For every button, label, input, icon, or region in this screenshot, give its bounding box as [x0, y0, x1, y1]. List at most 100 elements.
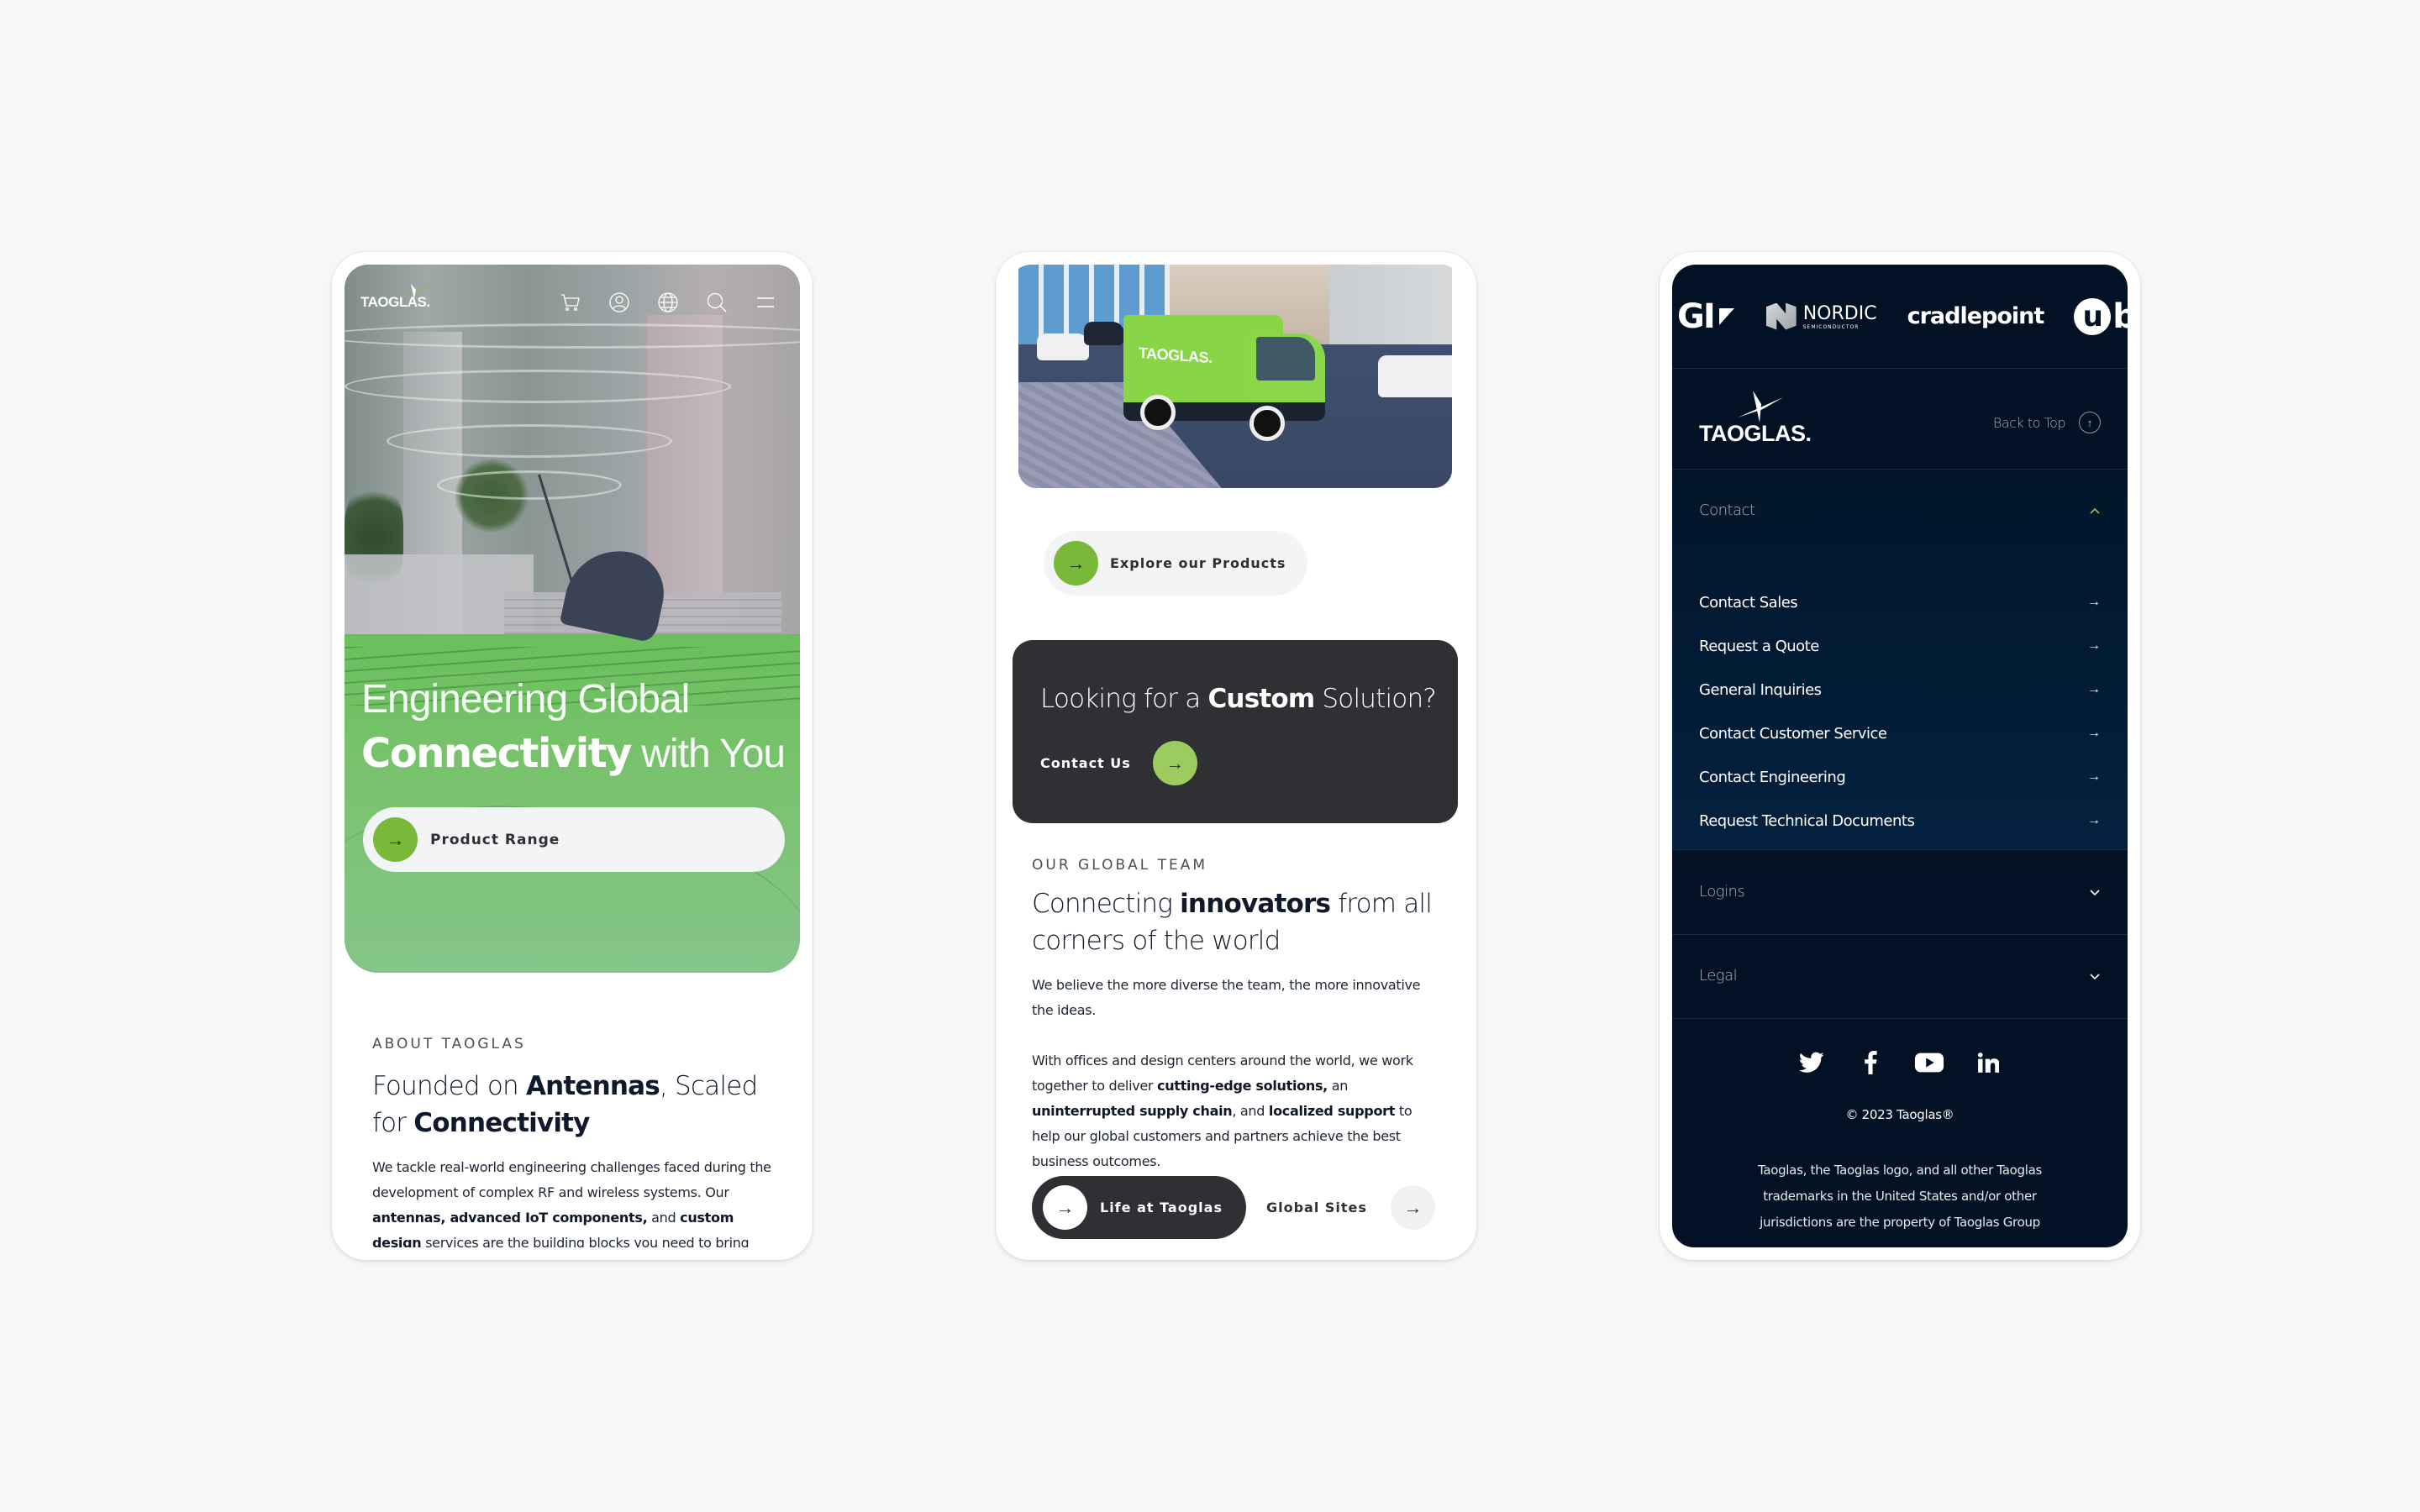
contact-link-item[interactable]: Request a Quote →	[1699, 624, 2101, 668]
body-text: services are the building blocks you nee…	[421, 1235, 750, 1247]
social-links	[1672, 1050, 2128, 1075]
product-range-label: Product Range	[430, 831, 560, 848]
arrow-right-icon: →	[373, 817, 418, 862]
contact-link-item[interactable]: Contact Sales →	[1699, 580, 2101, 624]
explore-products-button[interactable]: → Explore our Products	[1044, 531, 1308, 596]
hero-title: Engineering Global Connectivity with You	[361, 672, 786, 781]
team-paragraph-2: With offices and design centers around t…	[1032, 1048, 1444, 1174]
body-bold: localized support	[1268, 1103, 1396, 1119]
signal-ring	[345, 323, 800, 349]
legal-accordion: Legal	[1672, 935, 2128, 1019]
search-icon[interactable]	[692, 291, 741, 314]
partner-logo-ublox[interactable]: ublox	[2074, 297, 2128, 336]
arrow-up-icon: ↑	[2079, 412, 2101, 433]
contact-accordion-header[interactable]: Contact	[1699, 501, 2101, 519]
partner-label-group: NORDIC SEMICONDUCTOR	[1803, 303, 1877, 330]
contact-us-button[interactable]: Contact Us →	[1040, 741, 1197, 785]
taoglas-van-image: TAOGLAS.	[1018, 265, 1452, 488]
arrow-right-icon: →	[1390, 1185, 1435, 1230]
twitter-icon[interactable]	[1797, 1050, 1827, 1075]
logins-accordion-header[interactable]: Logins	[1699, 883, 2101, 900]
arrow-right-icon: →	[2087, 638, 2101, 653]
product-range-button[interactable]: → Product Range	[363, 807, 785, 872]
signal-ring	[387, 424, 672, 458]
body-bold: cutting-edge solutions,	[1157, 1078, 1328, 1094]
link-label: Request a Quote	[1699, 637, 1819, 655]
arrow-right-icon: →	[2087, 726, 2101, 740]
title-bold: Custom	[1207, 684, 1315, 714]
car	[1084, 322, 1124, 345]
site-footer: GI NORDICSEMICONDUCTOR cradlepoint ublox	[1672, 265, 2128, 1247]
arrow-right-icon: →	[2087, 595, 2101, 609]
top-navigation: TAOGLAS.	[345, 265, 800, 315]
linkedin-icon[interactable]	[1973, 1050, 2003, 1075]
phone-mockup-home: TAOGLAS. Engineering Global Connectivity…	[332, 252, 813, 1260]
partner-logo-cradlepoint[interactable]: cradlepoint	[1907, 303, 2045, 329]
legal-accordion-header[interactable]: Legal	[1699, 967, 2101, 984]
contact-link-item[interactable]: Request Technical Documents →	[1699, 799, 2101, 843]
contact-link-item[interactable]: Contact Customer Service →	[1699, 711, 2101, 755]
youtube-icon[interactable]	[1914, 1050, 1944, 1075]
arrow-right-icon: →	[2087, 769, 2101, 784]
facebook-icon[interactable]	[1855, 1050, 1886, 1075]
contact-link-item[interactable]: Contact Engineering →	[1699, 755, 2101, 799]
body-text: and	[647, 1210, 681, 1226]
logo-text: TAOGLAS.	[1699, 421, 1812, 446]
contact-us-label: Contact Us	[1040, 755, 1131, 771]
van-wheel	[1140, 395, 1176, 430]
contact-links: Contact Sales → Request a Quote → General …	[1699, 580, 2101, 843]
body-text: We tackle real-world engineering challen…	[372, 1159, 771, 1200]
nav-icon-group	[546, 291, 790, 314]
partner-label: NORDIC	[1802, 302, 1877, 324]
heading-text: Connecting	[1032, 889, 1181, 919]
life-at-taoglas-label: Life at Taoglas	[1100, 1200, 1223, 1215]
about-body: We tackle real-world engineering challen…	[372, 1155, 776, 1247]
phone-screen: TAOGLAS. → Explore our Products Looking …	[1008, 265, 1464, 1247]
link-label: General Inquiries	[1699, 680, 1822, 699]
heading-bold: innovators	[1180, 889, 1331, 919]
partner-sublabel: SEMICONDUCTOR	[1802, 323, 1860, 330]
taoglas-logo[interactable]: TAOGLAS.	[1699, 391, 1812, 447]
car	[1378, 355, 1452, 397]
custom-solution-card: Looking for a Custom Solution? Contact U…	[1013, 640, 1458, 823]
gi-flag-icon	[1718, 307, 1734, 325]
taoglas-logo[interactable]: TAOGLAS.	[360, 284, 431, 311]
partner-logo-nordic[interactable]: NORDIC SEMICONDUCTOR	[1765, 302, 1877, 330]
phone-screen: TAOGLAS. Engineering Global Connectivity…	[345, 265, 800, 1247]
explore-products-label: Explore our Products	[1110, 555, 1286, 571]
link-label: Contact Customer Service	[1699, 724, 1887, 743]
logo-star-icon	[397, 284, 431, 299]
signal-ring	[345, 370, 731, 403]
arrow-right-icon: →	[2087, 682, 2101, 696]
about-section: ABOUT TAOGLAS Founded on Antennas, Scale…	[372, 1036, 776, 1247]
van-windshield	[1256, 337, 1315, 381]
global-sites-link[interactable]: Global Sites →	[1266, 1185, 1435, 1230]
menu-icon[interactable]	[741, 291, 790, 314]
about-heading: Founded on Antennas, Scaled for Connecti…	[372, 1068, 776, 1142]
title-text: Solution?	[1314, 684, 1436, 714]
accordion-title: Logins	[1699, 883, 1745, 900]
partner-logo-gi[interactable]: GI	[1677, 297, 1736, 336]
contact-link-item[interactable]: General Inquiries →	[1699, 668, 2101, 711]
global-team-section: OUR GLOBAL TEAM Connecting innovators fr…	[1032, 857, 1444, 1200]
custom-solution-title: Looking for a Custom Solution?	[1040, 684, 1437, 714]
account-icon[interactable]	[595, 291, 644, 314]
link-label: Contact Engineering	[1699, 768, 1846, 786]
globe-icon[interactable]	[644, 291, 692, 314]
life-at-taoglas-button[interactable]: → Life at Taoglas	[1032, 1176, 1246, 1239]
cart-icon[interactable]	[546, 291, 595, 314]
team-heading: Connecting innovators from all corners o…	[1032, 885, 1444, 959]
chevron-up-icon	[2090, 507, 2100, 514]
nordic-mark-icon	[1765, 302, 1797, 330]
title-text: Looking for a	[1040, 684, 1208, 714]
green-van: TAOGLAS.	[1123, 315, 1325, 441]
back-to-top-label: Back to Top	[1992, 414, 2066, 431]
hero-title-rest: with You	[630, 732, 786, 776]
car	[1037, 333, 1089, 360]
chevron-down-icon	[2090, 973, 2100, 979]
chevron-down-icon	[2090, 889, 2100, 895]
arrow-right-icon: →	[1152, 741, 1197, 785]
back-to-top-button[interactable]: Back to Top ↑	[1993, 412, 2101, 433]
van-wheel	[1249, 406, 1285, 441]
heading-bold: Connectivity	[413, 1108, 590, 1138]
